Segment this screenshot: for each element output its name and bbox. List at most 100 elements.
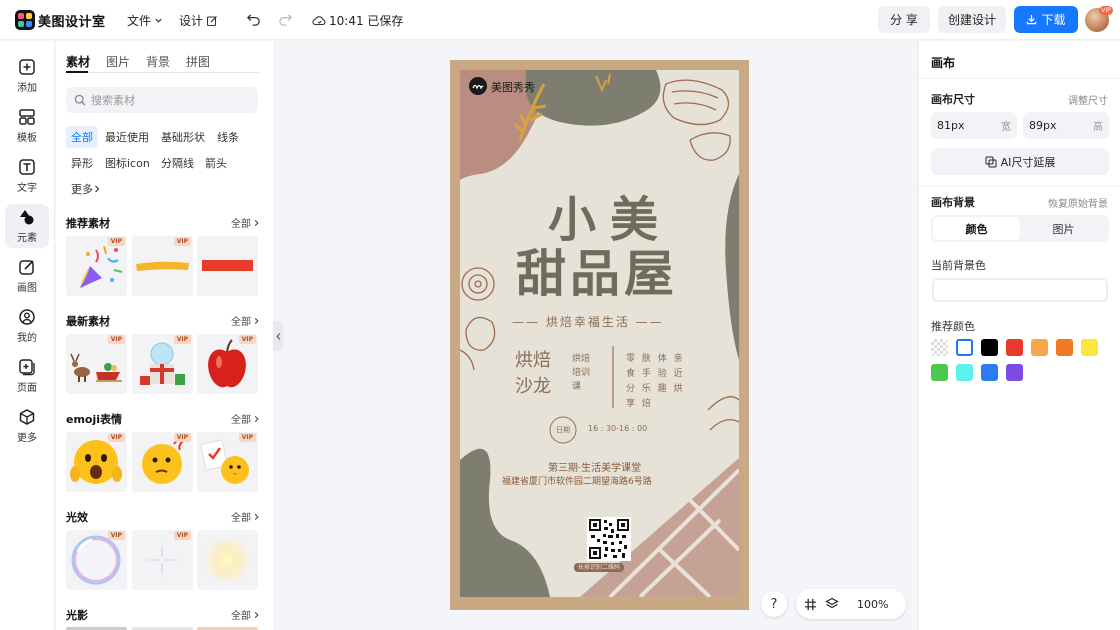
- material-thumb-snow-globe-gift[interactable]: VIP: [132, 334, 193, 394]
- vip-badge: VIP: [107, 335, 125, 344]
- rail-item-elements[interactable]: 元素: [5, 204, 49, 248]
- qr-code[interactable]: [587, 517, 631, 561]
- chip-all[interactable]: 全部: [66, 126, 98, 148]
- chevron-right-icon: [254, 415, 259, 422]
- color-swatch[interactable]: [931, 339, 948, 356]
- color-swatch[interactable]: [931, 364, 948, 381]
- search-box[interactable]: 搜索素材: [66, 87, 258, 113]
- zoom-level[interactable]: 100%: [857, 598, 888, 611]
- poster[interactable]: 美图秀秀 小美 甜品屋 —— 烘焙幸福生活 —— 烘焙 沙龙 烘焙 培训 课 零…: [460, 70, 739, 597]
- plus-square-icon: [19, 59, 35, 75]
- poster-salon-small[interactable]: 烘焙 培训 课: [572, 352, 590, 394]
- see-all-light-effects[interactable]: 全部: [231, 509, 260, 524]
- poster-event-title[interactable]: 第三期·生活美学课堂: [548, 459, 641, 474]
- material-thumb-bubble[interactable]: VIP: [66, 530, 127, 590]
- material-thumb-shocked-emoji[interactable]: VIP: [66, 432, 127, 492]
- see-all-latest[interactable]: 全部: [231, 313, 260, 328]
- rail-item-mine[interactable]: 我的: [5, 304, 49, 348]
- vip-badge: VIP: [107, 433, 125, 442]
- material-thumb-red-bar[interactable]: [197, 236, 258, 296]
- help-button[interactable]: ?: [761, 591, 787, 617]
- material-thumb-sparkle[interactable]: VIP: [132, 530, 193, 590]
- see-all-emoji[interactable]: 全部: [231, 411, 260, 426]
- ai-size-extend-button[interactable]: AI尺寸延展: [931, 148, 1109, 175]
- color-swatch[interactable]: [1031, 339, 1048, 356]
- material-thumb-brush-stroke[interactable]: VIP: [132, 236, 193, 296]
- qr-caption[interactable]: 长按识别二维码: [574, 563, 624, 572]
- share-button[interactable]: 分 享: [878, 6, 930, 33]
- design-menu[interactable]: 设计: [179, 12, 218, 29]
- width-field[interactable]: 81px 宽: [931, 112, 1017, 139]
- chip-recent[interactable]: 最近使用: [100, 126, 154, 148]
- poster-date-box[interactable]: 日期: [556, 425, 570, 435]
- material-thumb-reindeer-sleigh[interactable]: VIP: [66, 334, 127, 394]
- canvas-tools: 100%: [796, 589, 906, 619]
- see-all-light-shadow[interactable]: 全部: [231, 607, 260, 622]
- section-title-recommended: 推荐素材: [66, 217, 110, 230]
- design-menu-label: 设计: [179, 14, 204, 28]
- color-swatch[interactable]: [956, 364, 973, 381]
- adjust-size-link[interactable]: 调整尺寸: [1068, 92, 1108, 107]
- chip-lines[interactable]: 线条: [212, 126, 244, 148]
- chevron-right-icon: [95, 185, 100, 193]
- collapse-panel-button[interactable]: [273, 321, 283, 351]
- poster-address[interactable]: 福建省厦门市软件园二期望海路6号路: [502, 474, 652, 487]
- color-swatch[interactable]: [956, 339, 973, 356]
- file-menu[interactable]: 文件: [127, 12, 163, 29]
- design-canvas[interactable]: 美图秀秀 小美 甜品屋 —— 烘焙幸福生活 —— 烘焙 沙龙 烘焙 培训 课 零…: [450, 60, 749, 610]
- create-design-button[interactable]: 创建设计: [938, 6, 1006, 33]
- tab-material[interactable]: 素材: [66, 53, 106, 70]
- tab-background[interactable]: 背景: [146, 53, 186, 70]
- undo-icon[interactable]: [246, 12, 261, 27]
- bg-type-image[interactable]: 图片: [1020, 217, 1107, 240]
- color-swatch[interactable]: [1006, 339, 1023, 356]
- vip-badge: VIP: [107, 237, 125, 246]
- rail-item-text[interactable]: 文字: [5, 154, 49, 198]
- material-thumb-party-popper[interactable]: VIP: [66, 236, 127, 296]
- poster-salon-text[interactable]: 烘焙 沙龙: [515, 348, 551, 400]
- brand-logo-icon: [469, 77, 487, 95]
- poster-title-line2[interactable]: 甜品屋: [516, 234, 678, 306]
- material-thumb-apple[interactable]: VIP: [197, 334, 258, 394]
- create-design-label: 创建设计: [947, 13, 996, 27]
- poster-time[interactable]: 16 : 30-16 : 00: [588, 424, 647, 433]
- chip-more[interactable]: 更多: [66, 178, 106, 200]
- current-bg-color-swatch[interactable]: [932, 278, 1108, 302]
- section-title-light-effects: 光效: [66, 511, 88, 524]
- color-swatch[interactable]: [981, 364, 998, 381]
- see-all-recommended[interactable]: 全部: [231, 215, 260, 230]
- height-field[interactable]: 89px 高: [1023, 112, 1109, 139]
- poster-features[interactable]: 零 肤 体 亲 食 手 验 近 分 乐 趣 烘 享 焙: [626, 352, 685, 412]
- bg-type-color[interactable]: 颜色: [933, 217, 1020, 240]
- chip-arrows[interactable]: 箭头: [200, 152, 232, 174]
- color-swatch[interactable]: [1056, 339, 1073, 356]
- material-thumb-glow[interactable]: [197, 530, 258, 590]
- chip-dividers[interactable]: 分隔线: [156, 152, 199, 174]
- restore-bg-link[interactable]: 恢复原始背景: [1048, 195, 1108, 210]
- download-button[interactable]: 下载: [1014, 6, 1078, 33]
- rail-label: 更多: [17, 433, 37, 444]
- rail-item-page[interactable]: 页面: [5, 354, 49, 398]
- rail-item-more[interactable]: 更多: [5, 404, 49, 448]
- grid-icon[interactable]: [804, 598, 817, 611]
- poster-feature-line: 分 乐 趣 烘: [626, 384, 685, 394]
- rail-label: 元素: [17, 233, 37, 244]
- chip-irregular[interactable]: 异形: [66, 152, 98, 174]
- color-swatch[interactable]: [981, 339, 998, 356]
- file-menu-label: 文件: [127, 14, 152, 28]
- material-thumb-thinking-emoji[interactable]: VIP: [132, 432, 193, 492]
- rail-item-add[interactable]: 添加: [5, 54, 49, 98]
- rail-item-template[interactable]: 模板: [5, 104, 49, 148]
- color-swatch[interactable]: [1081, 339, 1098, 356]
- chip-basic-shapes[interactable]: 基础形状: [156, 126, 210, 148]
- rail-item-draw[interactable]: 画图: [5, 254, 49, 298]
- tab-collage[interactable]: 拼图: [186, 53, 226, 70]
- poster-subtitle[interactable]: —— 烘焙幸福生活 ——: [512, 313, 664, 330]
- color-swatch[interactable]: [1006, 364, 1023, 381]
- material-thumb-chick-checklist[interactable]: VIP: [197, 432, 258, 492]
- layers-icon[interactable]: [825, 597, 839, 611]
- chip-icons[interactable]: 图标icon: [100, 152, 155, 174]
- redo-icon[interactable]: [278, 12, 293, 27]
- tab-image[interactable]: 图片: [106, 53, 146, 70]
- save-status-text: 10:41 已保存: [329, 14, 404, 28]
